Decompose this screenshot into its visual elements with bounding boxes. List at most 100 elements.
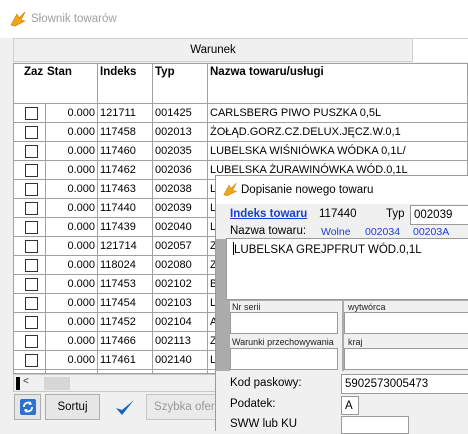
szybka-oferta-button[interactable]: Szybka ofert bbox=[146, 394, 226, 420]
cell-typ: 002080 bbox=[153, 256, 208, 275]
row-select-cell[interactable] bbox=[14, 180, 46, 199]
typ-label: Typ bbox=[386, 208, 405, 220]
cell-typ: 002036 bbox=[153, 161, 208, 180]
filter-tab-row: Warunek bbox=[13, 38, 468, 64]
row-select-cell[interactable] bbox=[14, 218, 46, 237]
row-checkbox[interactable] bbox=[25, 316, 38, 329]
typ-field[interactable]: 002039 bbox=[410, 205, 468, 225]
column-header-indeks[interactable]: Indeks bbox=[98, 64, 153, 104]
row-checkbox[interactable] bbox=[25, 202, 38, 215]
row-checkbox[interactable] bbox=[25, 107, 38, 120]
row-select-cell[interactable] bbox=[14, 199, 46, 218]
row-select-cell[interactable] bbox=[14, 256, 46, 275]
row-select-cell[interactable] bbox=[14, 142, 46, 161]
row-checkbox[interactable] bbox=[25, 164, 38, 177]
row-checkbox[interactable] bbox=[25, 259, 38, 272]
row-checkbox[interactable] bbox=[25, 126, 38, 139]
cell-indeks: 117454 bbox=[98, 294, 153, 313]
cell-stan: 0.000 bbox=[46, 294, 98, 313]
row-select-cell[interactable] bbox=[14, 313, 46, 332]
row-select-cell[interactable] bbox=[14, 332, 46, 351]
row-checkbox[interactable] bbox=[25, 335, 38, 348]
row-checkbox[interactable] bbox=[25, 145, 38, 158]
cell-indeks: 117440 bbox=[98, 199, 153, 218]
kraj-field[interactable] bbox=[344, 348, 468, 370]
tab-warunek[interactable]: Warunek bbox=[13, 38, 413, 62]
row-indicator bbox=[16, 377, 20, 390]
table-row[interactable]: 0.000 117458 002013 ŻOŁĄD.GORZ.CZ.DELUX.JĘC… bbox=[14, 123, 467, 142]
row-checkbox[interactable] bbox=[25, 354, 38, 367]
nazwa-towaru-label: Nazwa towaru: bbox=[230, 225, 307, 237]
scroll-left-arrow-icon[interactable]: < bbox=[23, 376, 29, 387]
refresh-button[interactable] bbox=[14, 394, 41, 420]
row-checkbox[interactable] bbox=[25, 278, 38, 291]
row-select-cell[interactable] bbox=[14, 237, 46, 256]
row-select-cell[interactable] bbox=[14, 161, 46, 180]
cell-stan: 0.000 bbox=[46, 123, 98, 142]
row-select-cell[interactable] bbox=[14, 351, 46, 370]
title-bar: Słownik towarów bbox=[0, 0, 468, 38]
cell-stan: 0.000 bbox=[46, 351, 98, 370]
row-checkbox[interactable] bbox=[25, 221, 38, 234]
wytworca-label: wytwórca bbox=[348, 302, 386, 312]
cell-indeks: 121714 bbox=[98, 237, 153, 256]
cell-stan: 0.000 bbox=[46, 313, 98, 332]
indeks-value: 117440 bbox=[319, 208, 357, 220]
row-select-cell[interactable] bbox=[14, 294, 46, 313]
table-row[interactable]: 0.000 121711 001425 CARLSBERG PIWO PUSZKA 0… bbox=[14, 104, 467, 123]
warunki-label: Warunki przechowywania bbox=[232, 337, 334, 347]
cell-typ: 002057 bbox=[153, 237, 208, 256]
wolne-code-1: 002034 bbox=[365, 226, 401, 238]
cell-typ: 002040 bbox=[153, 218, 208, 237]
row-checkbox[interactable] bbox=[25, 183, 38, 196]
cell-stan: 0.000 bbox=[46, 104, 98, 123]
cell-stan: 0.000 bbox=[46, 256, 98, 275]
cell-indeks: 117452 bbox=[98, 313, 153, 332]
refresh-icon bbox=[19, 399, 36, 415]
sortuj-button[interactable]: Sortuj bbox=[45, 394, 100, 420]
column-header-typ[interactable]: Typ bbox=[153, 64, 208, 104]
dialog-top-section: Indeks towaru 117440 Typ 002039 Nazwa to… bbox=[216, 204, 468, 239]
cell-indeks: 117462 bbox=[98, 161, 153, 180]
cell-stan: 0.000 bbox=[46, 275, 98, 294]
wytworca-field[interactable] bbox=[344, 312, 468, 334]
column-header-stan[interactable]: Stan bbox=[46, 64, 98, 104]
sww-label: SWW lub KU bbox=[230, 418, 298, 430]
cell-stan: 0.000 bbox=[46, 199, 98, 218]
nr-serii-field[interactable] bbox=[230, 312, 338, 334]
sww-field[interactable] bbox=[341, 416, 409, 434]
cell-nazwa: CARLSBERG PIWO PUSZKA 0,5L bbox=[210, 107, 382, 119]
row-checkbox[interactable] bbox=[25, 297, 38, 310]
kraj-label: kraj bbox=[348, 337, 363, 347]
product-name-field[interactable]: LUBELSKA GREJPFRUT WÓD.0,1L bbox=[226, 238, 468, 300]
cell-indeks: 117458 bbox=[98, 123, 153, 142]
dialog-title: Dopisanie nowego towaru bbox=[241, 184, 374, 196]
scrollbar-thumb[interactable] bbox=[44, 377, 70, 390]
podatek-field[interactable]: A bbox=[341, 396, 359, 415]
cell-typ: 001425 bbox=[153, 104, 208, 123]
cell-indeks: 117453 bbox=[98, 275, 153, 294]
window-title: Słownik towarów bbox=[31, 13, 117, 25]
new-product-dialog: Dopisanie nowego towaru Indeks towaru 11… bbox=[215, 175, 468, 434]
row-checkbox[interactable] bbox=[25, 240, 38, 253]
row-select-cell[interactable] bbox=[14, 104, 46, 123]
table-row[interactable]: 0.000 117460 002035 LUBELSKA WIŚNIÓWKA WÓDK… bbox=[14, 142, 467, 161]
cell-typ: 002013 bbox=[153, 123, 208, 142]
cell-typ: 002039 bbox=[153, 199, 208, 218]
column-header-nazwa[interactable]: Nazwa towaru/usługi bbox=[208, 64, 467, 104]
cell-typ: 002104 bbox=[153, 313, 208, 332]
cell-typ: 002140 bbox=[153, 351, 208, 370]
cell-stan: 0.000 bbox=[46, 332, 98, 351]
dialog-app-icon bbox=[223, 183, 237, 197]
warunki-field[interactable] bbox=[230, 348, 338, 370]
row-select-cell[interactable] bbox=[14, 275, 46, 294]
kod-paskowy-field[interactable]: 5902573005473 bbox=[341, 374, 468, 394]
cell-stan: 0.000 bbox=[46, 161, 98, 180]
wolne-code-2: 00203A bbox=[413, 226, 450, 238]
confirm-button[interactable] bbox=[106, 394, 143, 420]
indeks-towaru-link[interactable]: Indeks towaru bbox=[230, 208, 307, 220]
cell-typ: 002035 bbox=[153, 142, 208, 161]
row-select-cell[interactable] bbox=[14, 123, 46, 142]
wolne-label: Wolne bbox=[321, 226, 351, 238]
cell-indeks: 117461 bbox=[98, 351, 153, 370]
